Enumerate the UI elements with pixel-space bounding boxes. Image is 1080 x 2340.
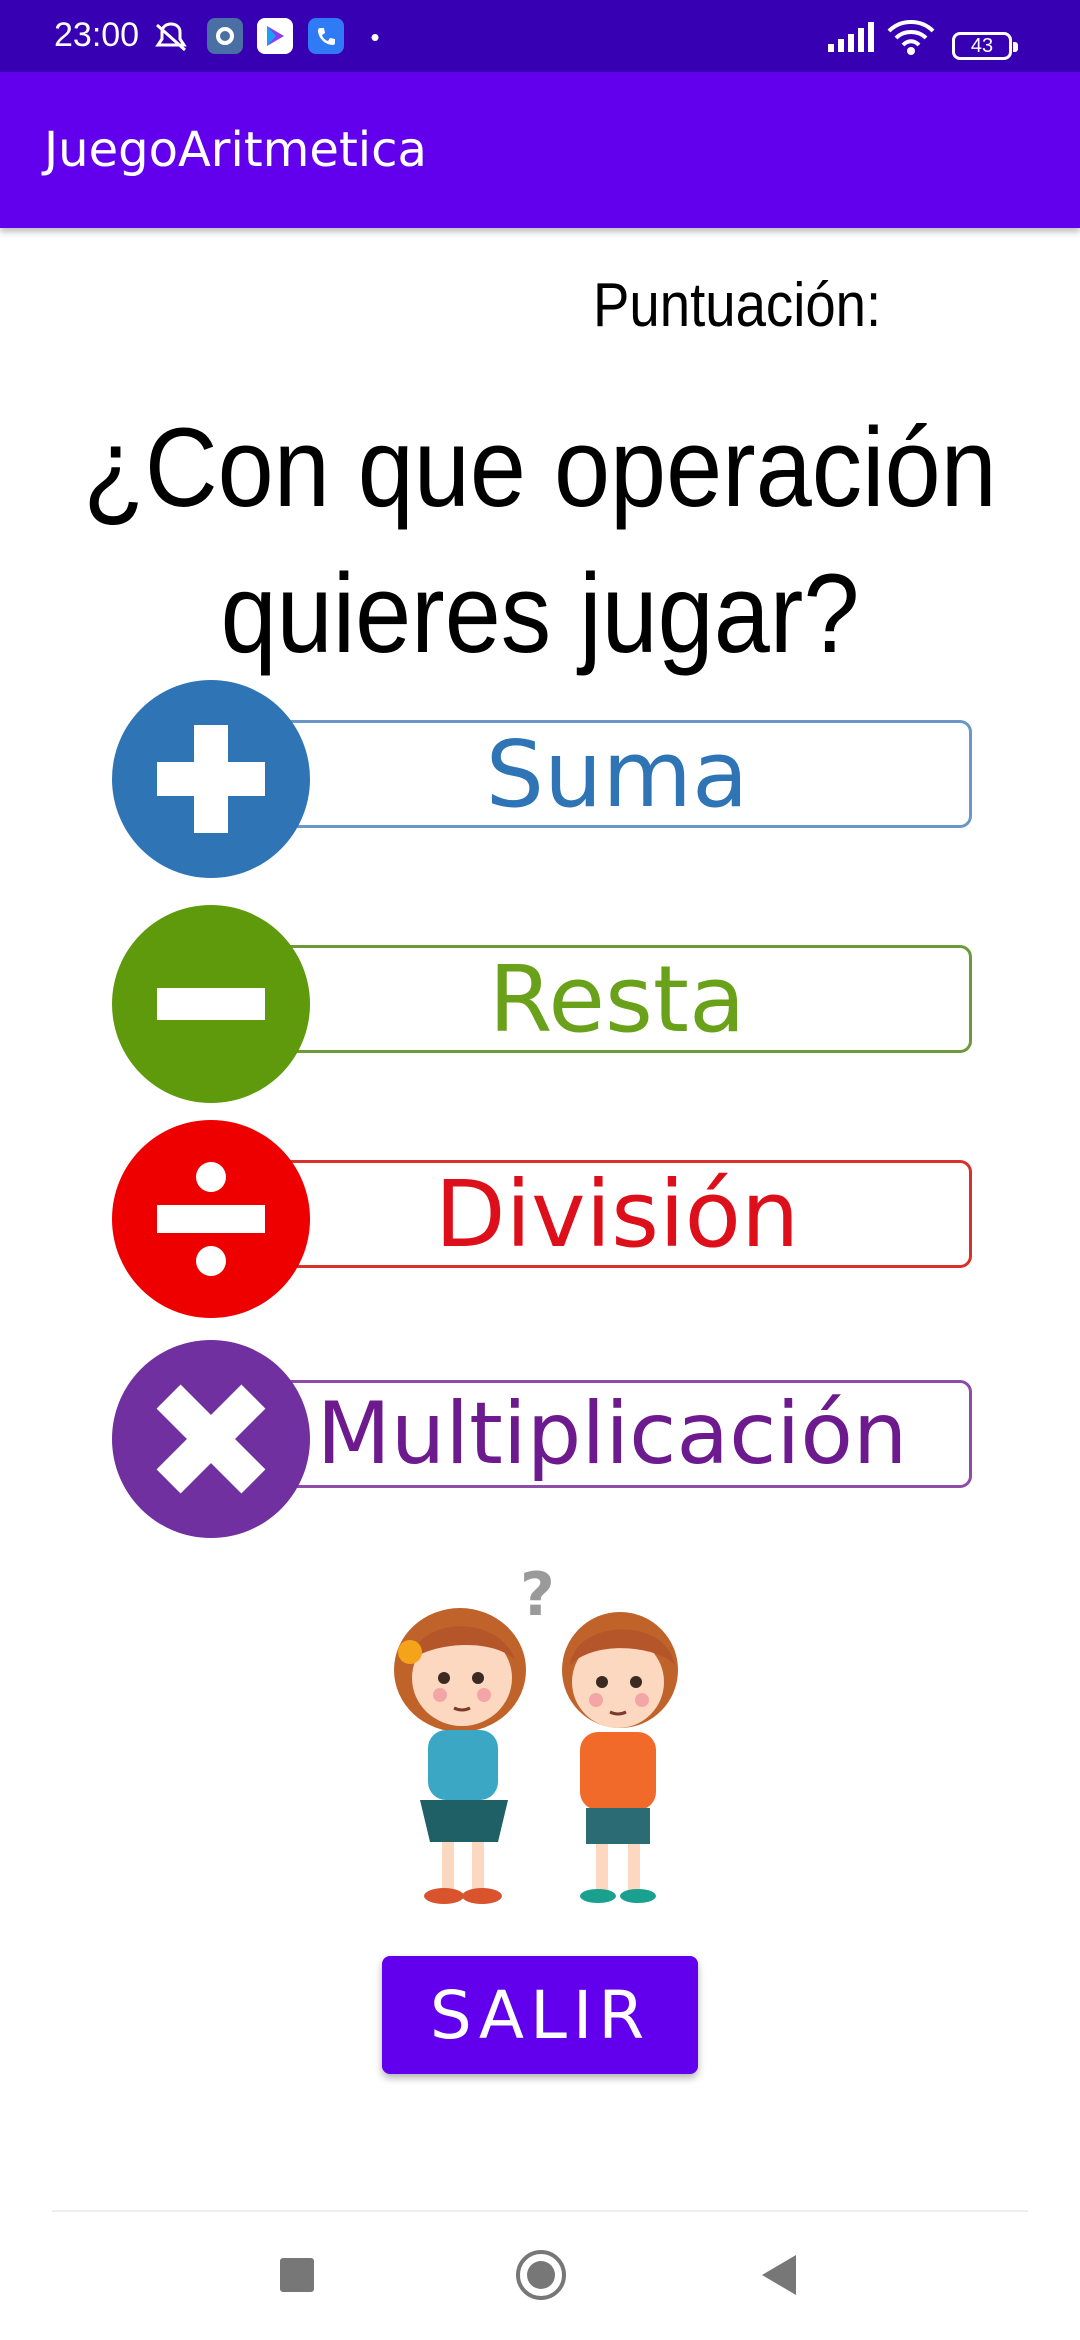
multiplicacion-label-bar: Multiplicación: [252, 1380, 972, 1488]
app-bar: JuegoAritmetica: [0, 72, 1080, 228]
question-heading: ¿Con que operación quieres jugar?: [54, 395, 1026, 687]
silent-icon: [150, 18, 192, 56]
back-icon[interactable]: [762, 2255, 796, 2295]
app-title: JuegoAritmetica: [44, 122, 427, 178]
recent-apps-icon[interactable]: [280, 2258, 314, 2292]
play-store-icon: [257, 18, 293, 54]
notification-dot-icon: •: [370, 21, 380, 52]
suma-label-bar: Suma: [262, 720, 972, 828]
multiplicacion-label: Multiplicación: [316, 1384, 908, 1484]
wifi-icon: [886, 18, 936, 56]
multiplicacion-button[interactable]: Multiplicación: [112, 1340, 972, 1540]
settings-app-icon: [207, 18, 243, 54]
signal-icon: [826, 18, 874, 56]
minus-icon: [112, 905, 310, 1103]
salir-button[interactable]: SALIR: [382, 1956, 698, 2074]
resta-label: Resta: [488, 945, 746, 1053]
question-line-1: ¿Con que operación: [83, 405, 997, 530]
thinking-kids-illustration: ?: [380, 1560, 710, 1910]
status-time: 23:00: [54, 16, 140, 54]
division-label: División: [434, 1160, 800, 1268]
suma-button[interactable]: Suma: [112, 680, 972, 880]
score-label: Puntuación:: [593, 271, 882, 340]
resta-button[interactable]: Resta: [112, 905, 972, 1105]
question-line-2: quieres jugar?: [220, 551, 860, 676]
division-button[interactable]: División: [112, 1120, 972, 1320]
divide-icon: [112, 1120, 310, 1318]
resta-label-bar: Resta: [262, 945, 972, 1053]
nav-divider: [52, 2210, 1028, 2212]
suma-label: Suma: [485, 720, 749, 828]
svg-text:?: ?: [520, 1560, 555, 1630]
phone-icon: [308, 18, 344, 54]
home-icon[interactable]: [516, 2250, 566, 2300]
division-label-bar: División: [262, 1160, 972, 1268]
battery-icon: 43: [952, 32, 1018, 60]
status-bar: 23:00 • 43: [0, 0, 1080, 72]
plus-icon: [112, 680, 310, 878]
multiply-icon: [112, 1340, 310, 1538]
